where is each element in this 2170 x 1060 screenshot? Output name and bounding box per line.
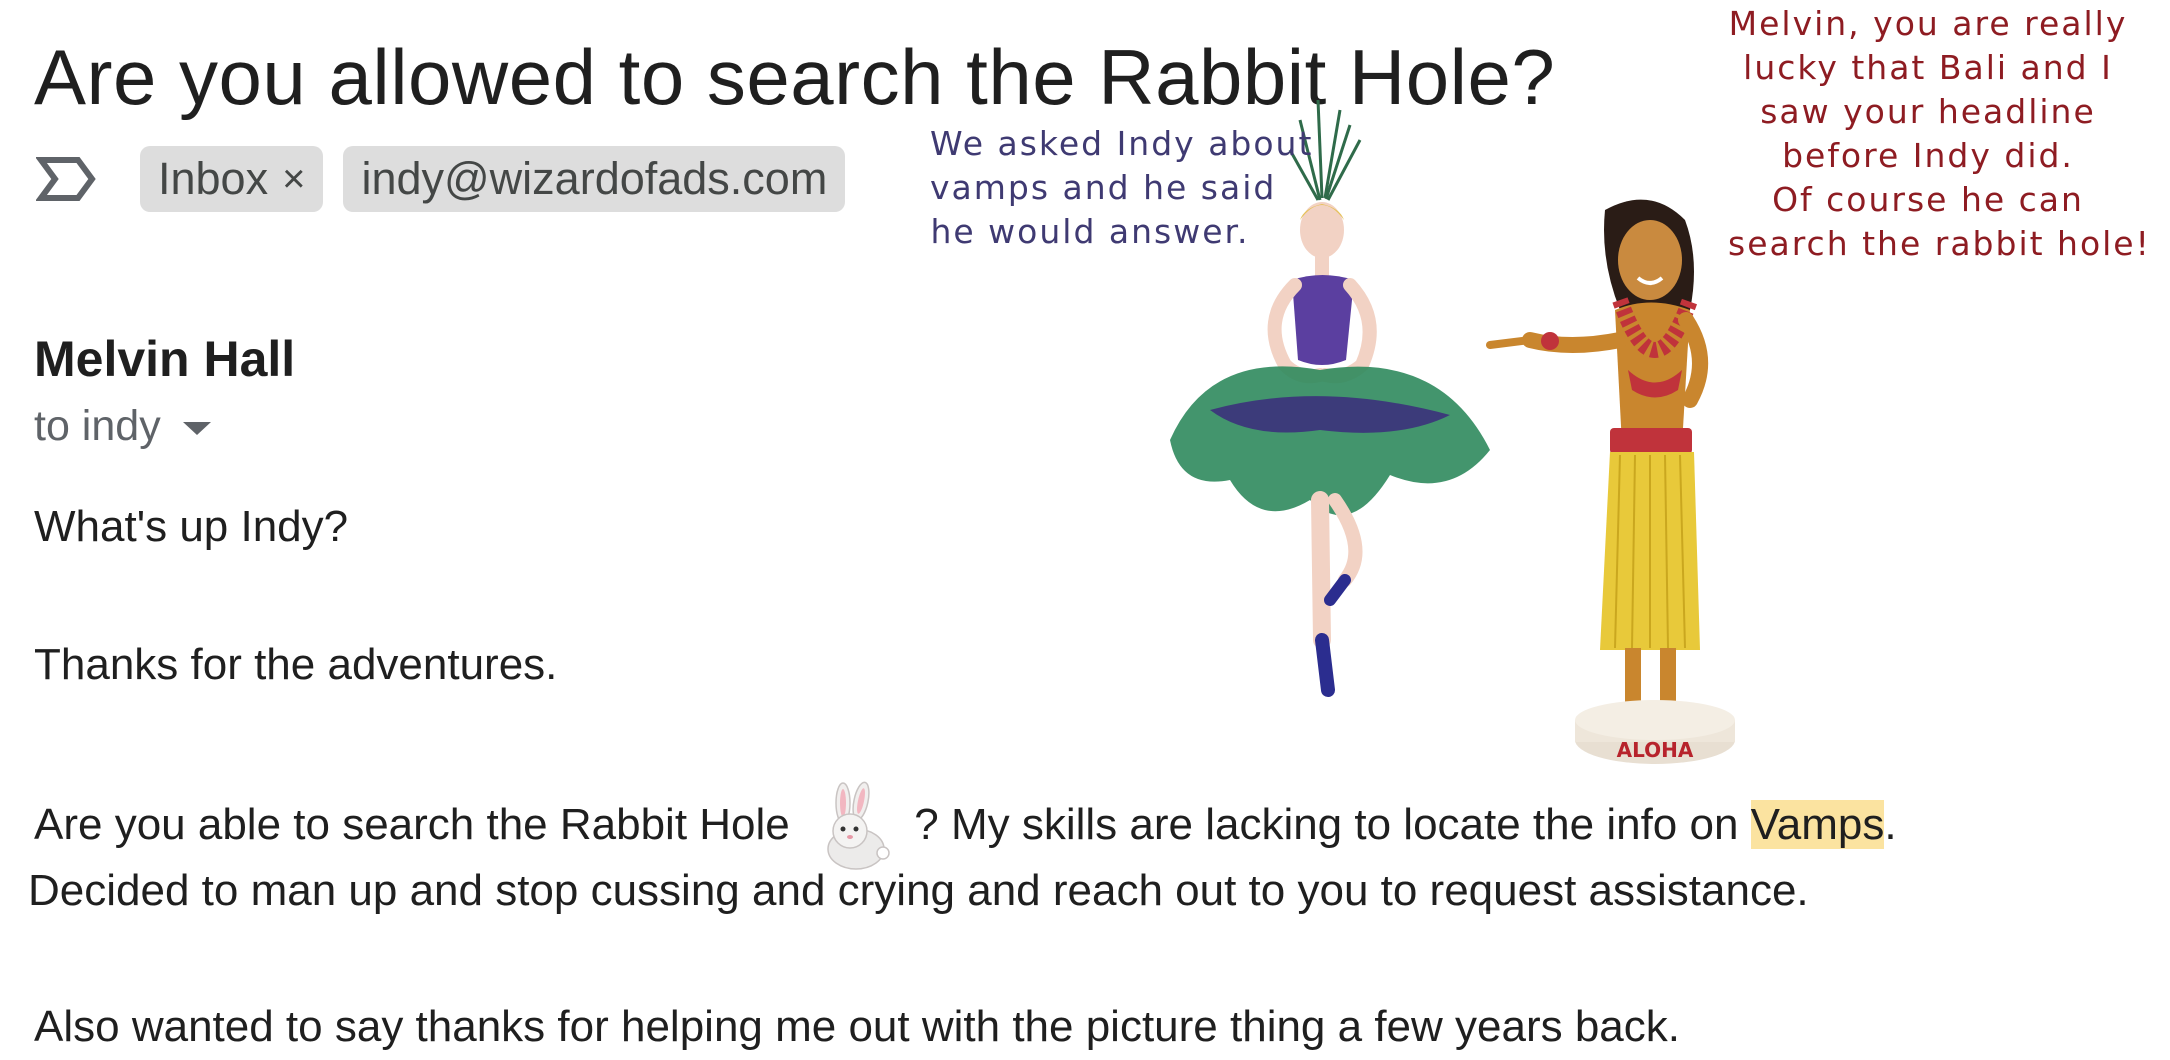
highlighted-term: Vamps [1750,800,1885,849]
caption-line: before Indy did. [1782,136,2074,175]
body-greeting: What's up Indy? [34,502,349,551]
rabbit-emoji-icon [827,781,890,870]
question-text: ? My skills are lacking to locate the in… [914,800,1751,849]
label-chip-text: Inbox [158,153,269,204]
body-decided: Decided to man up and stop cussing and c… [28,866,1809,915]
caption-line: he would answer. [930,212,1250,251]
caption-line: saw your headline [1760,92,2096,131]
label-chip-inbox[interactable]: Inbox × [140,146,324,212]
body-question: Are you able to search the Rabbit Hole ?… [34,781,1897,871]
remove-label-icon[interactable]: × [282,146,305,212]
question-text: . [1884,800,1897,849]
caption-line: vamps and he said [930,168,1277,207]
body-also: Also wanted to say thanks for helping me… [34,1002,1681,1051]
caption-line: Melvin, you are really [1728,4,2128,43]
label-chip-address[interactable]: indy@wizardofads.com [343,146,846,212]
hula-caption: Melvin, you are really lucky that Bali a… [1728,2,2151,266]
recipients-toggle[interactable]: to indy [34,402,211,451]
caption-line: lucky that Bali and I [1743,48,2113,87]
recipients-text: to indy [34,402,161,450]
question-text: Are you able to search the Rabbit Hole [34,800,790,849]
hula-figure-image: ALOHA [1486,199,1735,764]
caret-down-icon[interactable] [182,422,211,435]
sender-name: Melvin Hall [34,331,296,387]
hula-base-label: ALOHA [1617,738,1694,762]
caption-line: search the rabbit hole! [1728,224,2151,263]
label-row: Inbox × indy@wizardofads.com [36,146,846,212]
caption-line: Of course he can [1772,180,2084,219]
ballerina-caption: We asked Indy about vamps and he said he… [930,122,1314,254]
caption-line: We asked Indy about [930,124,1314,163]
importance-marker-icon[interactable] [36,154,98,204]
label-chip-text: indy@wizardofads.com [361,153,828,204]
body-thanks: Thanks for the adventures. [34,640,558,689]
